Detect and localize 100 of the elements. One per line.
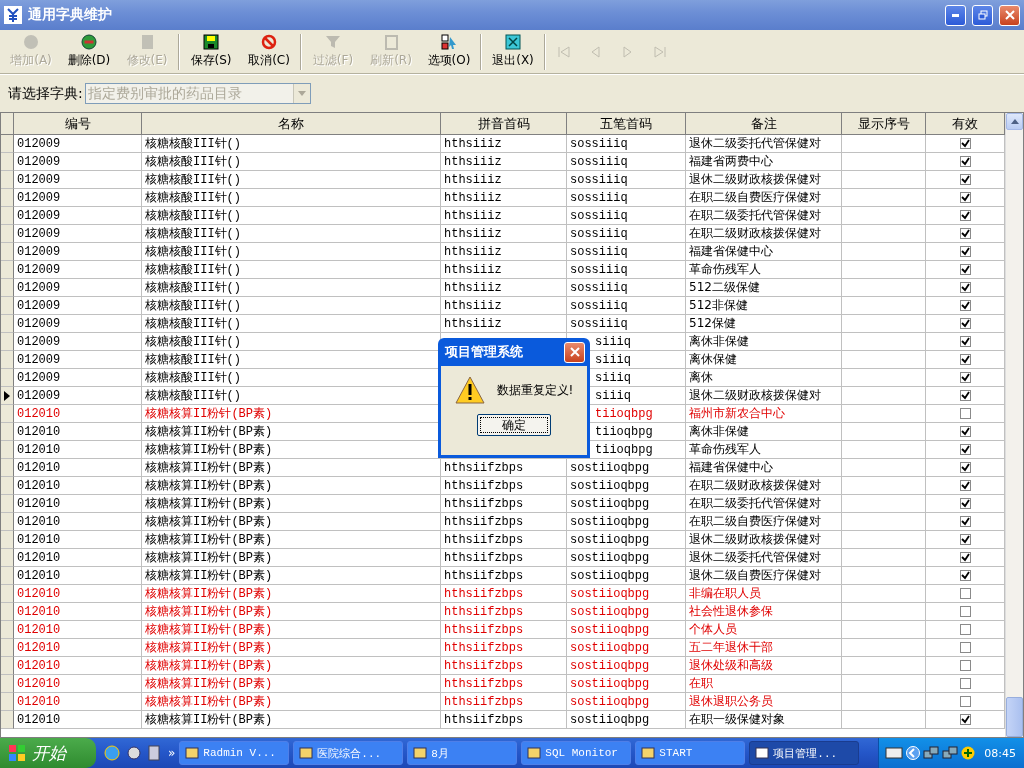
- checkbox[interactable]: [959, 228, 971, 239]
- table-cell: 福州市新农合中心: [686, 405, 842, 423]
- table-cell: hthsiiiz: [441, 279, 567, 297]
- checkbox[interactable]: [959, 534, 971, 545]
- table-cell: sostiioqbpg: [567, 657, 686, 675]
- table-cell: 离休保健: [686, 351, 842, 369]
- toolbar-button[interactable]: 退出(X): [484, 31, 542, 72]
- checkbox[interactable]: [959, 138, 971, 149]
- close-button[interactable]: [999, 4, 1020, 26]
- taskbar-button[interactable]: START: [635, 741, 746, 765]
- checkbox[interactable]: [959, 570, 971, 581]
- toolbar-button[interactable]: 取消(C): [240, 31, 298, 72]
- taskbar-button[interactable]: Radmin V...: [179, 741, 290, 765]
- table-cell: sossiiiq: [567, 261, 686, 279]
- column-header[interactable]: 备注: [686, 113, 842, 135]
- table-cell: 核糖核酸III针(): [142, 261, 441, 279]
- minimize-button[interactable]: [945, 4, 966, 26]
- table-cell: sostiioqbpg: [567, 585, 686, 603]
- ok-button[interactable]: 确定: [477, 414, 551, 436]
- table-cell: 社会性退休参保: [686, 603, 842, 621]
- column-header[interactable]: 拼音首码: [441, 113, 567, 135]
- table-cell: 012009: [14, 189, 142, 207]
- taskbar-button[interactable]: 医院综合...: [293, 741, 404, 765]
- row-indicator[interactable]: [1, 387, 14, 405]
- checkbox[interactable]: [959, 642, 971, 653]
- calculator-icon: [148, 745, 160, 761]
- table-cell: hthsiiiz: [441, 315, 567, 333]
- checkbox[interactable]: [959, 660, 971, 671]
- checkbox[interactable]: [959, 336, 971, 347]
- table-cell: 012009: [14, 333, 142, 351]
- table-cell: 核糖核算II粉针(BP素): [142, 693, 441, 711]
- table-cell: 福建省两费中心: [686, 153, 842, 171]
- no-entry-icon: [261, 34, 277, 50]
- toolbar-button[interactable]: 删除(D): [60, 31, 118, 72]
- checkbox[interactable]: [959, 462, 971, 473]
- table-cell: 012009: [14, 279, 142, 297]
- checkbox[interactable]: [959, 678, 971, 689]
- checkbox[interactable]: [959, 516, 971, 527]
- table-cell: 012010: [14, 513, 142, 531]
- toolbar-button[interactable]: 保存(S): [182, 31, 240, 72]
- checkbox[interactable]: [959, 624, 971, 635]
- warning-icon: [454, 376, 485, 404]
- column-header[interactable]: 有效: [926, 113, 1005, 135]
- checkbox[interactable]: [959, 282, 971, 293]
- table-cell: 核糖核酸III针(): [142, 279, 441, 297]
- table-cell: hthsiiiz: [441, 297, 567, 315]
- checkbox[interactable]: [959, 300, 971, 311]
- column-header[interactable]: 名称: [142, 113, 441, 135]
- checkbox[interactable]: [959, 480, 971, 491]
- table-cell: 核糖核酸III针(): [142, 153, 441, 171]
- table-cell: 012009: [14, 207, 142, 225]
- checkbox[interactable]: [959, 408, 971, 419]
- checkbox[interactable]: [959, 390, 971, 401]
- table-cell: 012010: [14, 567, 142, 585]
- checkbox[interactable]: [959, 264, 971, 275]
- table-cell: 核糖核算II粉针(BP素): [142, 639, 441, 657]
- checkbox[interactable]: [959, 210, 971, 221]
- vertical-scrollbar[interactable]: [1005, 113, 1023, 737]
- column-header[interactable]: 编号: [14, 113, 142, 135]
- app-icon: [4, 6, 22, 24]
- taskbar-button[interactable]: 项目管理...: [749, 741, 860, 765]
- checkbox[interactable]: [959, 498, 971, 509]
- restore-button[interactable]: [972, 4, 993, 26]
- table-cell: 非编在职人员: [686, 585, 842, 603]
- table-cell: hthsiifzbps: [441, 513, 567, 531]
- checkbox[interactable]: [959, 696, 971, 707]
- checkbox[interactable]: [959, 714, 971, 725]
- close-button[interactable]: [564, 341, 585, 363]
- table-cell: 革命伤残军人: [686, 261, 842, 279]
- taskbar-button[interactable]: 8月: [407, 741, 518, 765]
- checkbox[interactable]: [959, 552, 971, 563]
- checkbox[interactable]: [959, 444, 971, 455]
- minus-circle-icon: [81, 34, 97, 50]
- scrollbar-thumb[interactable]: [1006, 697, 1023, 737]
- window-icon: [527, 746, 542, 760]
- column-header[interactable]: 显示序号: [842, 113, 926, 135]
- checkbox[interactable]: [959, 588, 971, 599]
- checkbox[interactable]: [959, 174, 971, 185]
- close-icon: [1004, 10, 1015, 20]
- more-quicklaunch[interactable]: »: [168, 746, 176, 760]
- checkbox[interactable]: [959, 354, 971, 365]
- toolbar-button[interactable]: 选项(O): [420, 31, 478, 72]
- table-cell: 核糖核算II粉针(BP素): [142, 513, 441, 531]
- checkbox[interactable]: [959, 192, 971, 203]
- checkbox[interactable]: [959, 156, 971, 167]
- table-cell: hthsiifzbps: [441, 477, 567, 495]
- start-button[interactable]: 开始: [0, 738, 96, 768]
- column-header[interactable]: 五笔首码: [567, 113, 686, 135]
- checkbox[interactable]: [959, 246, 971, 257]
- table-cell: 核糖核酸III针(): [142, 135, 441, 153]
- table-cell: sostiioqbpg: [567, 477, 686, 495]
- checkbox[interactable]: [959, 606, 971, 617]
- checkbox[interactable]: [959, 426, 971, 437]
- table-cell: 核糖核酸III针(): [142, 297, 441, 315]
- checkbox[interactable]: [959, 318, 971, 329]
- taskbar-button[interactable]: SQL Monitor: [521, 741, 632, 765]
- table-cell: 核糖核算II粉针(BP素): [142, 621, 441, 639]
- table-cell: 核糖核算II粉针(BP素): [142, 585, 441, 603]
- checkbox[interactable]: [959, 372, 971, 383]
- table-cell: hthsiiiz: [441, 189, 567, 207]
